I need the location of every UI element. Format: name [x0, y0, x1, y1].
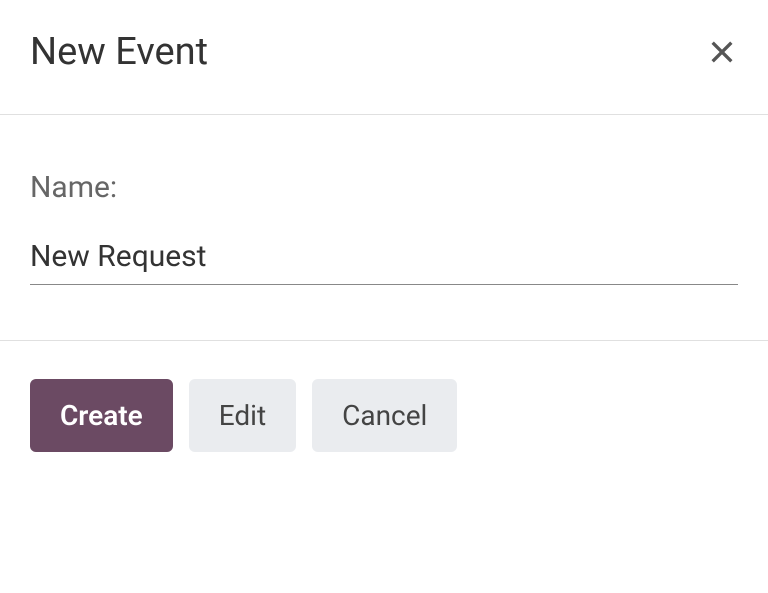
cancel-button[interactable]: Cancel — [312, 379, 457, 452]
name-input[interactable] — [30, 233, 738, 285]
dialog-footer: Create Edit Cancel — [0, 341, 768, 490]
name-label: Name: — [30, 170, 738, 205]
dialog-title: New Event — [30, 30, 208, 74]
close-button[interactable] — [706, 36, 738, 68]
create-button[interactable]: Create — [30, 379, 173, 452]
edit-button[interactable]: Edit — [189, 379, 296, 452]
close-icon — [706, 36, 738, 68]
dialog-body: Name: — [0, 115, 768, 341]
dialog-header: New Event — [0, 0, 768, 115]
